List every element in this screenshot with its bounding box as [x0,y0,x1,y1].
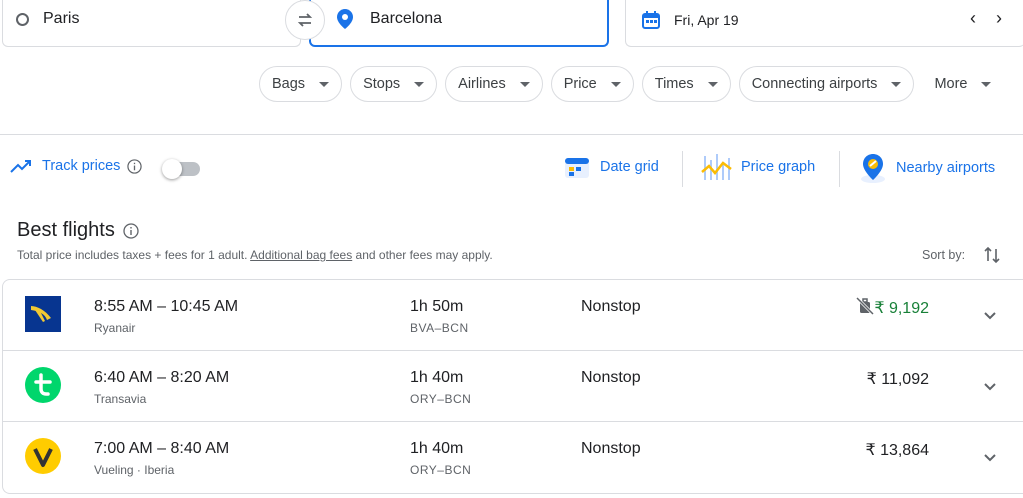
price-graph-button[interactable]: Price graph [701,152,815,182]
flight-row[interactable]: 8:55 AM – 10:45 AM Ryanair 1h 50m BVA–BC… [3,280,1023,351]
chevron-down-icon [519,81,530,87]
info-icon[interactable] [123,222,139,239]
origin-input[interactable]: Paris [43,10,79,28]
fees-note: Total price includes taxes + fees for 1 … [17,248,493,262]
flight-duration: 1h 40m [410,440,464,457]
chevron-down-icon [707,81,718,87]
chevron-down-icon[interactable] [980,376,1000,396]
flight-route: ORY–BCN [410,463,472,477]
filter-more[interactable]: More [922,66,1000,102]
trending-up-icon [10,160,31,173]
nearby-airports-label: Nearby airports [896,160,996,176]
filter-connecting-airports[interactable]: Connecting airports [738,66,915,102]
best-flights-heading: Best flights [17,219,115,241]
chevron-down-icon [414,81,425,87]
fees-note-suffix: and other fees may apply. [352,248,493,262]
flight-airline: Ryanair [94,321,136,335]
destination-field[interactable]: Barcelona [309,0,609,47]
filter-stops[interactable]: Stops [350,66,438,102]
flight-price: ₹ 11,092 [866,371,929,388]
chevron-down-icon [981,81,992,87]
chevron-down-icon [610,81,621,87]
flight-airline: Transavia [94,392,147,406]
filter-price[interactable]: Price [550,66,634,102]
destination-input[interactable]: Barcelona [370,10,442,28]
chevron-down-icon[interactable] [980,305,1000,325]
origin-field[interactable]: Paris [2,0,301,47]
bag-fees-link[interactable]: Additional bag fees [250,248,352,262]
prev-date-icon[interactable]: ‹ [970,8,976,29]
date-grid-button[interactable]: Date grid [562,152,659,182]
transavia-logo [25,367,61,403]
swap-icon [297,13,313,27]
filter-label: More [934,76,968,92]
date-grid-label: Date grid [600,159,659,175]
track-prices-toggle[interactable] [162,159,200,179]
chevron-down-icon [319,81,330,87]
filter-label: Stops [363,76,401,92]
vueling-logo [25,438,61,474]
price-graph-icon [701,154,732,180]
tool-separator [839,151,840,187]
price-graph-label: Price graph [741,159,816,175]
flight-stops: Nonstop [581,298,641,315]
filter-times[interactable]: Times [641,66,731,102]
track-prices-label: Track prices [42,158,121,174]
ryanair-logo [25,296,61,332]
filter-airlines[interactable]: Airlines [445,66,543,102]
nearby-airports-button[interactable]: Nearby airports [858,152,995,184]
flight-price: ₹ 9,192 [874,300,929,317]
swap-button[interactable] [285,0,325,40]
info-icon[interactable] [127,158,143,174]
chevron-down-icon [891,81,902,87]
flight-stops: Nonstop [581,369,641,386]
flight-times: 8:55 AM – 10:45 AM [94,298,239,315]
nearby-airports-icon [861,154,885,183]
filter-label: Connecting airports [751,76,878,92]
toggle-knob [162,159,182,179]
sort-label: Sort by: [922,248,966,262]
flight-duration: 1h 40m [410,369,464,386]
filter-label: Times [654,76,694,92]
chevron-down-icon[interactable] [980,447,1000,467]
calendar-icon [642,11,660,29]
sort-icon[interactable] [982,245,1002,265]
filter-label: Airlines [458,76,506,92]
filter-label: Price [563,76,597,92]
flight-row[interactable]: 7:00 AM – 8:40 AM Vueling · Iberia 1h 40… [3,422,1023,493]
section-title: Best flights [17,219,139,242]
location-pin-icon [337,9,353,29]
flight-results: 8:55 AM – 10:45 AM Ryanair 1h 50m BVA–BC… [2,279,1023,494]
flight-stops: Nonstop [581,440,641,457]
flight-route: BVA–BCN [410,321,469,335]
flight-price: ₹ 13,864 [865,442,929,459]
flight-airline: Vueling · Iberia [94,463,175,477]
flight-times: 6:40 AM – 8:20 AM [94,369,230,386]
flight-route: ORY–BCN [410,392,472,406]
date-field[interactable]: Fri, Apr 19 ‹ › [625,0,1023,47]
tool-separator [682,151,683,187]
flight-times: 7:00 AM – 8:40 AM [94,440,230,457]
filter-label: Bags [272,76,306,92]
filter-bags[interactable]: Bags [259,66,343,102]
date-grid-icon [565,158,589,178]
departure-date[interactable]: Fri, Apr 19 [674,12,739,28]
fees-note-prefix: Total price includes taxes + fees for 1 … [17,248,251,262]
flight-row[interactable]: 6:40 AM – 8:20 AM Transavia 1h 40m ORY–B… [3,351,1023,422]
origin-circle-icon [16,13,29,26]
divider [0,134,1023,135]
flight-duration: 1h 50m [410,298,464,315]
no-carry-on-bag-icon [855,296,875,316]
next-date-icon[interactable]: › [996,8,1002,29]
filter-bar: Bags Stops Airlines Price Times Connecti… [259,66,1000,102]
track-prices[interactable]: Track prices [10,158,143,174]
